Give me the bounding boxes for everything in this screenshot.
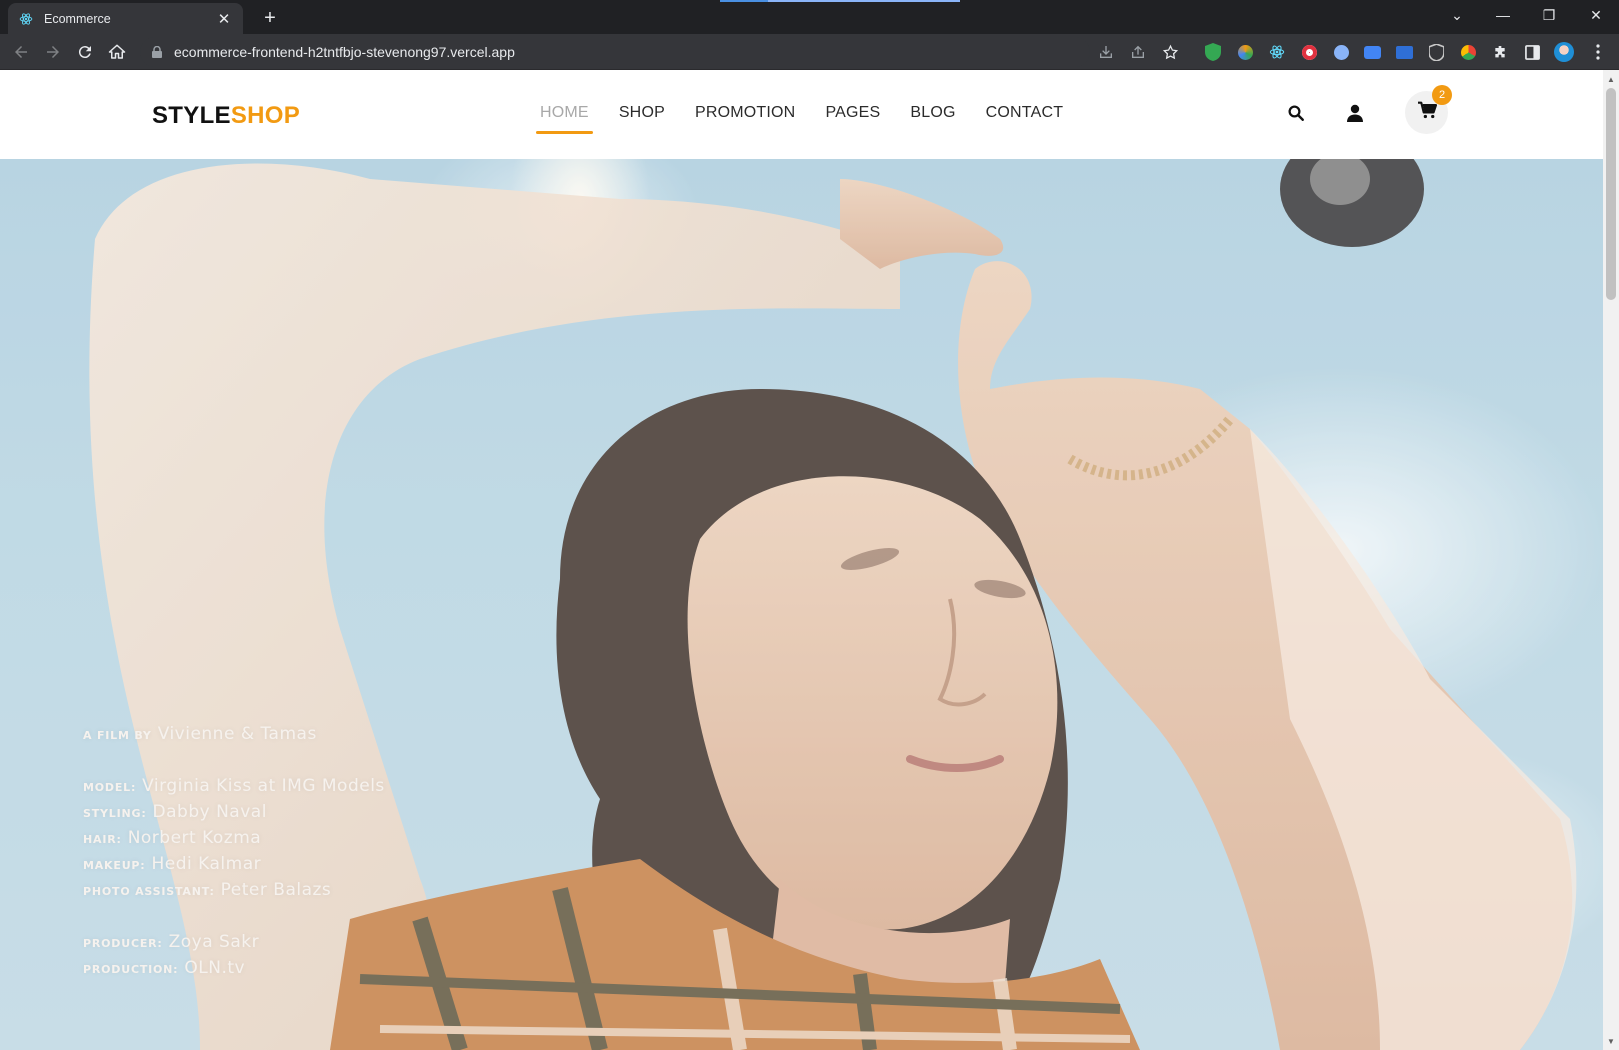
nav-pages[interactable]: PAGES [825,104,880,134]
credit-label: Producer: [83,937,163,950]
share-icon[interactable] [1128,42,1148,62]
credit-line: Model: Virginia Kiss at IMG Models [83,776,385,802]
home-icon[interactable] [105,40,129,64]
credit-label: Makeup: [83,859,146,872]
credit-value: Norbert Kozma [127,828,262,848]
credit-line: Styling: Dabby Naval [83,802,385,828]
new-tab-button[interactable]: + [258,6,282,30]
opera-icon[interactable] [1299,42,1319,62]
address-bar[interactable]: ecommerce-frontend-h2tntfbjo-stevenong97… [140,37,1090,67]
user-icon[interactable] [1342,100,1368,126]
nav-shop[interactable]: SHOP [619,104,665,134]
nav-blog[interactable]: BLOG [910,104,955,134]
colorful-ext-icon[interactable] [1235,42,1255,62]
cart-icon [1417,101,1437,124]
credit-label: Hair: [83,833,122,846]
shield-green-icon[interactable] [1203,42,1223,62]
vpn-icon[interactable] [1331,42,1351,62]
react-devtools-icon[interactable] [1267,42,1287,62]
credit-value: Virginia Kiss at IMG Models [142,776,385,796]
logo-shop-text: SHOP [230,102,301,129]
browser-tab[interactable]: Ecommerce ✕ [8,3,243,34]
credit-value: OLN.tv [184,958,246,978]
profile-avatar[interactable] [1554,42,1574,62]
credit-value: Zoya Sakr [168,932,260,952]
credit-value: Hedi Kalmar [151,854,262,874]
reload-icon[interactable] [73,40,97,64]
site-logo[interactable]: STYLESHOP [152,102,300,130]
brave-shield-icon[interactable] [1426,42,1446,62]
menu-icon[interactable] [1588,42,1608,62]
site-header: STYLESHOP HOME SHOP PROMOTION PAGES BLOG… [0,70,1603,159]
credit-value: Dabby Naval [152,802,267,822]
forward-icon[interactable] [41,40,65,64]
credit-value: Vivienne & Tamas [157,724,317,744]
logo-style-text: STYLE [152,102,231,129]
credit-value: Peter Balazs [220,880,332,900]
chrome-color-icon[interactable] [1458,42,1478,62]
nav-promotion[interactable]: PROMOTION [695,104,795,134]
lock-icon[interactable] [152,46,162,58]
nav-home[interactable]: HOME [536,104,593,134]
puzzle-icon[interactable] [1490,42,1510,62]
credit-label: A film by [83,729,152,742]
url-text[interactable]: ecommerce-frontend-h2tntfbjo-stevenong97… [174,44,515,60]
scroll-up-arrow-icon[interactable]: ▲ [1603,72,1619,86]
credit-line: Makeup: Hedi Kalmar [83,854,385,880]
credit-label: Styling: [83,807,147,820]
minimize-button[interactable]: — [1480,0,1526,30]
credit-label: Model: [83,781,137,794]
film-credits: A film by Vivienne & Tamas Model: Virgin… [83,724,385,984]
main-nav: HOME SHOP PROMOTION PAGES BLOG CONTACT [536,104,1093,134]
restore-button[interactable]: ❐ [1526,0,1572,30]
credit-label: Production: [83,963,179,976]
camera-ext-icon[interactable] [1362,42,1382,62]
close-window-button[interactable]: ✕ [1573,0,1619,30]
tab-close-icon[interactable]: ✕ [215,10,233,28]
sidepanel-icon[interactable] [1522,42,1542,62]
browser-toolbar: ecommerce-frontend-h2tntfbjo-stevenong97… [0,34,1619,70]
page-load-progress-lead [720,0,768,2]
credit-line: A film by Vivienne & Tamas [83,724,385,750]
react-favicon-icon [18,11,34,27]
tab-search-icon[interactable]: ⌄ [1434,0,1480,30]
star-icon[interactable] [1160,42,1180,62]
tab-title: Ecommerce [44,11,111,26]
credit-line: Producer: Zoya Sakr [83,932,385,958]
credit-label: Photo assistant: [83,885,215,898]
credit-line: Photo assistant: Peter Balazs [83,880,385,906]
browser-titlebar: Ecommerce ✕ + ⌄ — ❐ ✕ [0,0,1619,34]
download-icon[interactable] [1096,42,1116,62]
scroll-down-arrow-icon[interactable]: ▼ [1603,1034,1619,1048]
gallery-ext-icon[interactable] [1394,42,1414,62]
cart-count-badge: 2 [1432,85,1452,105]
hero-video[interactable]: A film by Vivienne & Tamas Model: Virgin… [0,159,1603,1050]
credit-line: Production: OLN.tv [83,958,385,984]
scrollbar-thumb[interactable] [1606,88,1616,300]
back-icon[interactable] [9,40,33,64]
credit-line: Hair: Norbert Kozma [83,828,385,854]
search-icon[interactable] [1283,100,1309,126]
nav-contact[interactable]: CONTACT [986,104,1064,134]
